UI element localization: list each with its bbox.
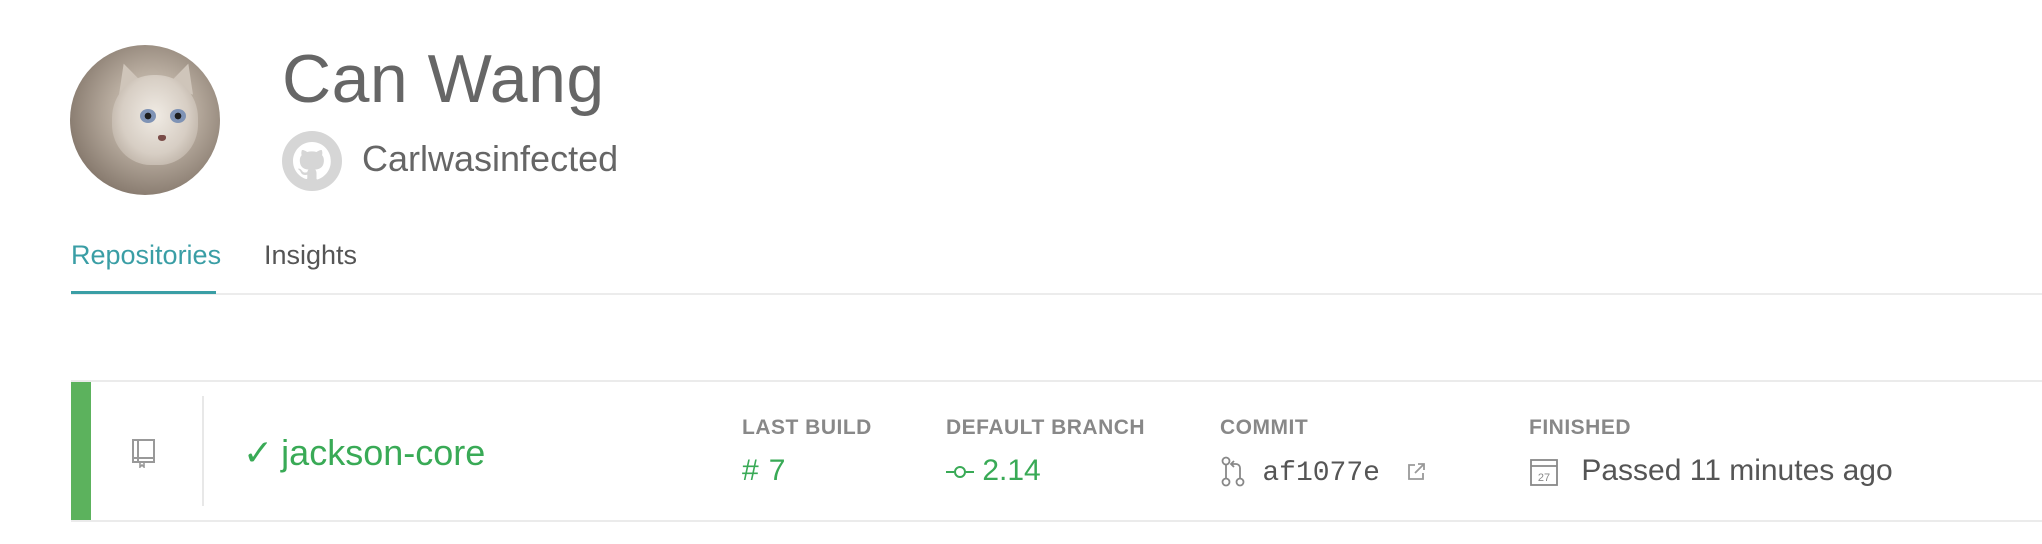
default-branch-label: DEFAULT BRANCH <box>946 416 1146 439</box>
profile-page: Can Wang Carlwasinfected Repositories In… <box>0 0 2042 544</box>
last-build-number: 7 <box>768 454 786 487</box>
tab-insights[interactable]: Insights <box>264 240 357 271</box>
avatar <box>70 45 220 195</box>
repo-book-icon <box>132 439 155 468</box>
last-build-link[interactable]: #7 <box>742 454 785 488</box>
finished-value: Passed 11 minutes ago <box>1581 454 1893 487</box>
active-tab-indicator <box>71 291 216 294</box>
profile-name: Can Wang <box>282 41 605 117</box>
finished-status: 27 Passed 11 minutes ago <box>1529 454 1893 488</box>
github-username[interactable]: Carlwasinfected <box>362 138 618 180</box>
repository-name: jackson-core <box>281 432 486 473</box>
avatar-cat-face <box>112 75 198 165</box>
pull-request-icon <box>1221 456 1245 487</box>
calendar-day: 27 <box>1538 472 1550 484</box>
hash-icon: # <box>742 454 759 487</box>
avatar-cat-nose <box>158 135 166 141</box>
repository-link[interactable]: ✓ jackson-core <box>243 432 485 474</box>
github-icon <box>282 131 342 191</box>
commit-sha: af1077e <box>1262 458 1380 489</box>
avatar-cat-eye <box>140 109 156 123</box>
tab-repositories[interactable]: Repositories <box>71 240 221 271</box>
tab-divider <box>71 293 2042 295</box>
default-branch-value: 2.14 <box>982 454 1041 487</box>
last-build-label: LAST BUILD <box>742 416 872 439</box>
branch-icon <box>946 466 974 479</box>
passed-check-icon: ✓ <box>243 432 274 473</box>
row-divider <box>202 396 204 506</box>
commit-link[interactable]: af1077e <box>1220 454 1426 489</box>
commit-label: COMMIT <box>1220 416 1309 439</box>
repository-row[interactable]: ✓ jackson-core LAST BUILD #7 DEFAULT BRAN… <box>71 380 2042 522</box>
calendar-icon: 27 <box>1530 459 1558 486</box>
build-status-bar <box>71 382 91 520</box>
avatar-cat-eye <box>170 109 186 123</box>
finished-label: FINISHED <box>1529 416 1632 439</box>
default-branch-link[interactable]: 2.14 <box>946 454 1041 488</box>
external-link-icon[interactable] <box>1406 462 1426 482</box>
